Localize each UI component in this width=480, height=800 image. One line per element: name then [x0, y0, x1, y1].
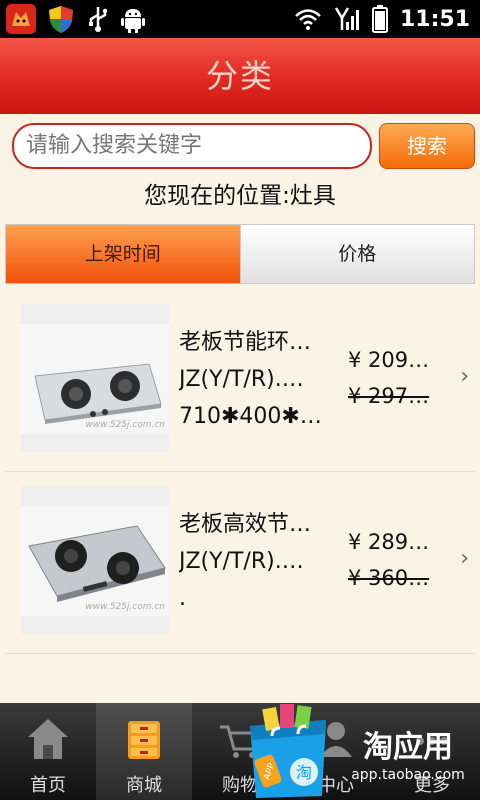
search-button[interactable]: 搜索 [379, 123, 475, 169]
image-watermark: www.525j.com.cn [85, 420, 165, 430]
nav-item-mall[interactable]: 商城 [96, 703, 192, 800]
mall-icon [128, 721, 160, 759]
original-price: ¥ 360… [348, 566, 430, 590]
home-icon [28, 719, 68, 759]
sort-tabs: 上架时间 价格 [5, 224, 475, 284]
product-image: www.525j.com.cn [21, 486, 169, 634]
svg-text:淘: 淘 [296, 763, 312, 782]
battery-icon [371, 5, 388, 33]
product-name: 老板高效节… JZ(Y/T/R).… . [179, 512, 312, 611]
current-price: ¥ 209… [348, 348, 430, 372]
shield-icon [49, 6, 73, 33]
ad-url: app.taobao.com [351, 767, 465, 783]
list-item[interactable]: www.525j.com.cn 老板节能环… JZ(Y/T/R).… 710✱4… [5, 290, 475, 472]
image-watermark: www.525j.com.cn [85, 602, 165, 612]
tab-listing-time[interactable]: 上架时间 [6, 225, 240, 283]
status-bar: 11:51 [0, 0, 480, 38]
original-price: ¥ 297… [348, 384, 430, 408]
product-image: www.525j.com.cn [21, 304, 169, 452]
wifi-icon [295, 9, 321, 30]
clock: 11:51 [399, 6, 470, 32]
fox-app-icon [6, 4, 36, 34]
nav-item-home[interactable]: 首页 [0, 703, 96, 800]
chevron-right-icon: › [460, 546, 469, 571]
product-price: ¥ 209… ¥ 297… [348, 342, 453, 414]
page-title: 分类 [0, 38, 480, 114]
location-breadcrumb: 您现在的位置:灶具 [144, 183, 336, 209]
taobao-app-bag-icon[interactable]: 淘 APP [242, 700, 334, 800]
tab-price[interactable]: 价格 [239, 225, 474, 283]
product-list: www.525j.com.cn 老板节能环… JZ(Y/T/R).… 710✱4… [5, 290, 475, 654]
chevron-right-icon: › [460, 364, 469, 389]
signal-icon [334, 7, 359, 30]
list-item[interactable]: www.525j.com.cn 老板高效节… JZ(Y/T/R).… . ¥ 2… [5, 472, 475, 654]
search-input[interactable]: 请输入搜索关键字 [12, 123, 372, 169]
product-name: 老板节能环… JZ(Y/T/R).… 710✱400✱… [179, 330, 322, 429]
taobao-app-banner[interactable]: 淘应用 app.taobao.com [336, 730, 480, 796]
current-price: ¥ 289… [348, 530, 430, 554]
android-debug-icon [121, 9, 145, 33]
ad-brand: 淘应用 [363, 730, 453, 765]
usb-icon [89, 7, 108, 32]
product-price: ¥ 289… ¥ 360… [348, 524, 453, 596]
